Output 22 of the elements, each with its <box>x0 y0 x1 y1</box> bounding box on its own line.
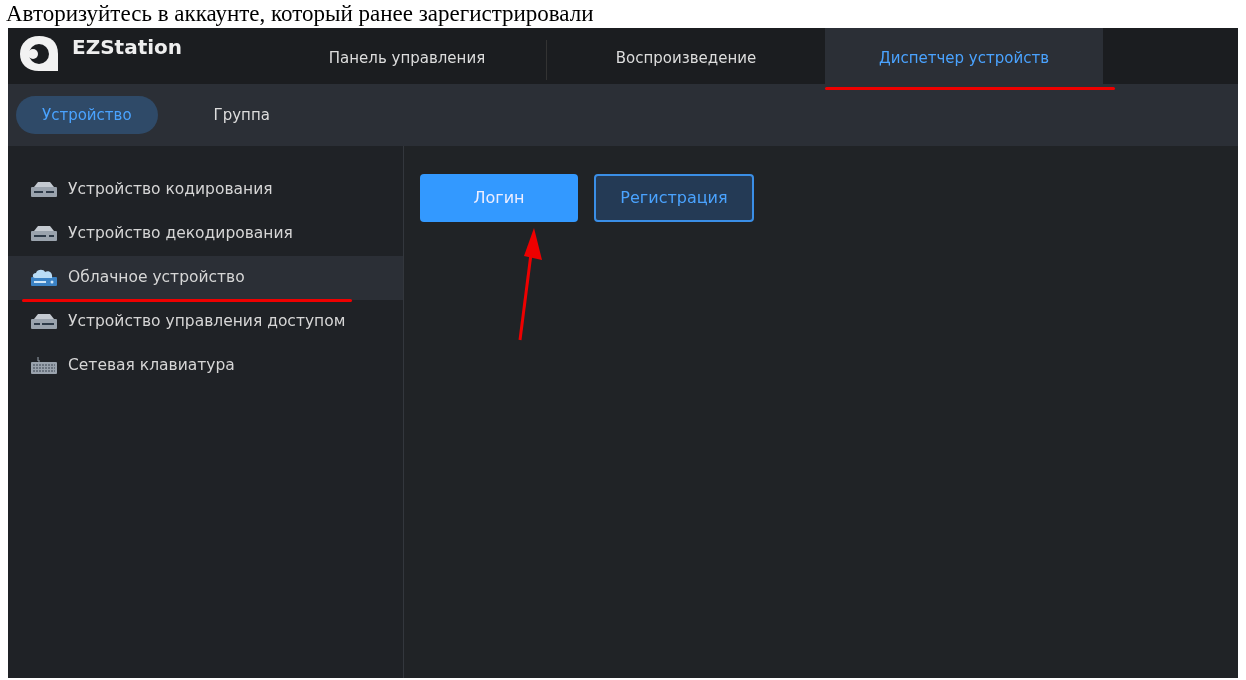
keyboard-icon <box>30 357 58 375</box>
sidebar-item[interactable]: Облачное устройство <box>8 256 403 300</box>
caption-text: Авторизуйтесь в аккаунте, который ранее зарегистрировали <box>5 0 595 28</box>
sidebar-item-label: Устройство кодирования <box>68 179 273 201</box>
tab[interactable]: Панель управления <box>268 28 546 84</box>
app-name: EZStation <box>72 34 183 60</box>
logo-icon <box>18 34 60 74</box>
sidebar-item-label: Сетевая клавиатура <box>68 355 235 377</box>
sidebar-item-label: Устройство управления доступом <box>68 311 346 333</box>
sub-tab[interactable]: Группа <box>187 95 296 135</box>
server-icon <box>30 313 58 331</box>
register-button[interactable]: Регистрация <box>594 174 754 222</box>
server-icon <box>30 181 58 199</box>
sidebar-item[interactable]: Устройство кодирования <box>8 168 403 212</box>
server-icon <box>30 225 58 243</box>
cloud-server-icon <box>30 269 58 287</box>
sidebar-item[interactable]: Сетевая клавиатура <box>8 344 403 388</box>
sidebar-item-label: Облачное устройство <box>68 267 245 289</box>
sidebar-item-label: Устройство декодирования <box>68 223 293 245</box>
sidebar-item[interactable]: Устройство управления доступом <box>8 300 403 344</box>
tab[interactable]: Воспроизведение <box>547 28 825 84</box>
sidebar-item[interactable]: Устройство декодирования <box>8 212 403 256</box>
